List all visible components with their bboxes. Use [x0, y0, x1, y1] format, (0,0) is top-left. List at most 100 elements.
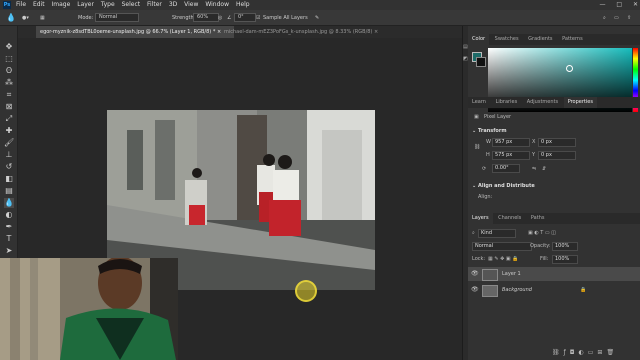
mode-select[interactable]: Normal	[95, 13, 139, 22]
flip-horizontal-icon[interactable]: ⇋	[532, 166, 536, 172]
layer-row-layer-1[interactable]: 👁 Layer 1	[468, 267, 640, 281]
brush-settings-icon[interactable]: ▦	[40, 10, 45, 26]
tab-learn[interactable]: Learn	[468, 97, 490, 108]
tab-channels[interactable]: Channels	[494, 213, 525, 224]
magic-wand-icon[interactable]: ⁂	[4, 78, 14, 88]
layer-filter-icons[interactable]: ▣ ◐ T ▭ ◫	[528, 230, 556, 236]
menu-layer[interactable]: Layer	[77, 0, 94, 10]
color-bg-swatch[interactable]	[476, 57, 486, 67]
tab-libraries[interactable]: Libraries	[492, 97, 522, 108]
fill-label: Fill:	[540, 256, 549, 262]
align-header: Align and Distribute	[478, 183, 535, 189]
lasso-tool-icon[interactable]: ʘ	[4, 66, 14, 76]
menu-select[interactable]: Select	[122, 0, 141, 10]
history-brush-icon[interactable]: ↺	[4, 162, 14, 172]
chevron-down-icon[interactable]: ⌄	[472, 183, 476, 189]
width-field[interactable]: 957 px	[492, 138, 530, 147]
menu-type[interactable]: Type	[101, 0, 115, 10]
menu-file[interactable]: File	[16, 0, 26, 10]
layers-footer: ⛓ƒ◘◐▭⊞🗑	[552, 349, 618, 356]
height-field[interactable]: 575 px	[492, 151, 530, 160]
blur-tool-icon[interactable]: 💧	[4, 198, 14, 208]
tab-document-1[interactable]: egor-myznik-z8sdTBL0oeme-unsplash.jpg @ …	[36, 26, 234, 38]
tab-patterns[interactable]: Patterns	[558, 34, 587, 45]
opacity-label: Opacity:	[530, 243, 551, 249]
brush-preset-icon[interactable]: ●▾	[22, 10, 29, 26]
y-field[interactable]: 0 px	[538, 151, 576, 160]
panel-icon[interactable]: ◩	[463, 56, 468, 62]
strength-field[interactable]: 60%	[193, 13, 219, 22]
menu-window[interactable]: Window	[205, 0, 229, 10]
tab-gradients[interactable]: Gradients	[524, 34, 556, 45]
mask-icon[interactable]: ◘	[570, 349, 579, 356]
minimize-button[interactable]: —	[599, 1, 605, 8]
group-icon[interactable]: ▭	[588, 349, 598, 356]
menu-3d[interactable]: 3D	[169, 0, 177, 10]
pressure-size-icon[interactable]: ✎	[315, 10, 319, 26]
brush-tool-icon[interactable]: 🖌	[4, 138, 14, 148]
path-selection-icon[interactable]: ➤	[4, 246, 14, 256]
close-icon[interactable]: ×	[374, 29, 378, 35]
menu-view[interactable]: View	[184, 0, 198, 10]
blur-tool-icon[interactable]: 💧	[6, 10, 16, 26]
eye-icon[interactable]: 👁	[471, 283, 479, 297]
eye-icon[interactable]: 👁	[471, 267, 479, 281]
layer-row-background[interactable]: 👁 Background 🔒	[468, 283, 640, 297]
crop-tool-icon[interactable]: ⌗	[4, 90, 14, 100]
link-layers-icon[interactable]: ⛓	[552, 349, 564, 356]
tab-paths[interactable]: Paths	[527, 213, 549, 224]
tab-document-2[interactable]: michael-dam-mEZ3PoFGs_k-unsplash.jpg @ 8…	[220, 26, 410, 38]
share-icon[interactable]: ⇪	[627, 10, 631, 26]
healing-brush-icon[interactable]: ✚	[4, 126, 14, 136]
workspace-icon[interactable]: ▭	[614, 10, 619, 26]
color-picker-marker[interactable]	[566, 65, 573, 72]
type-tool-icon[interactable]: T	[4, 234, 14, 244]
x-field[interactable]: 0 px	[538, 138, 576, 147]
menu-edit[interactable]: Edit	[33, 0, 45, 10]
x-label: X	[532, 139, 536, 145]
blend-mode-select[interactable]: Normal	[472, 242, 532, 251]
tab-properties[interactable]: Properties	[563, 97, 597, 108]
close-window-button[interactable]: ✕	[633, 1, 638, 8]
gradient-tool-icon[interactable]: ▤	[4, 186, 14, 196]
tab-color[interactable]: Color	[468, 34, 490, 45]
layer-thumbnail	[482, 269, 498, 281]
tab-adjustments[interactable]: Adjustments	[523, 97, 562, 108]
dodge-tool-icon[interactable]: ◐	[4, 210, 14, 220]
clone-stamp-icon[interactable]: ⊥	[4, 150, 14, 160]
trash-icon[interactable]: 🗑	[606, 349, 618, 356]
eyedropper-icon[interactable]: ⤢	[4, 114, 14, 124]
eraser-icon[interactable]: ◧	[4, 174, 14, 184]
pen-tool-icon[interactable]: ✒	[4, 222, 14, 232]
menu-help[interactable]: Help	[236, 0, 250, 10]
sample-all-checkbox[interactable]: ☑	[256, 10, 260, 26]
menu-filter[interactable]: Filter	[147, 0, 162, 10]
search-icon[interactable]: ⌕	[603, 10, 606, 26]
move-tool-icon[interactable]: ✥	[4, 42, 14, 52]
webcam-person-image	[0, 258, 178, 360]
tab-swatches[interactable]: Swatches	[491, 34, 523, 45]
marquee-tool-icon[interactable]: ⬚	[4, 54, 14, 64]
layer-type-label: Pixel Layer	[484, 114, 512, 120]
lock-label: Lock:	[472, 256, 486, 262]
pressure-icon[interactable]: ◎	[218, 10, 222, 26]
link-icon[interactable]: ⛓	[474, 144, 480, 150]
panel-icon[interactable]: ▤	[463, 44, 468, 50]
opacity-field[interactable]: 100%	[552, 242, 578, 251]
angle-field[interactable]: 0.00°	[492, 164, 520, 173]
frame-tool-icon[interactable]: ⊠	[4, 102, 14, 112]
layer-kind-select[interactable]: Kind	[478, 229, 516, 238]
tab-layers[interactable]: Layers	[468, 213, 493, 224]
adjustment-icon[interactable]: ◐	[579, 349, 588, 356]
flip-vertical-icon[interactable]: ⇵	[542, 166, 546, 172]
menu-image[interactable]: Image	[52, 0, 71, 10]
fill-field[interactable]: 100%	[552, 255, 578, 264]
h-label: H	[486, 152, 490, 158]
maximize-button[interactable]: □	[616, 1, 622, 8]
chevron-down-icon[interactable]: ⌄	[472, 128, 476, 134]
filter-search-icon: ⌕	[472, 230, 475, 236]
collapsed-panel-strip: ▤ ◩	[462, 26, 468, 360]
lock-icons[interactable]: ▦ ✎ ✥ ▣ 🔒	[488, 256, 518, 262]
angle-field[interactable]: 0°	[234, 13, 256, 22]
properties-panel-tabs: Learn Libraries Adjustments Properties	[468, 97, 640, 108]
